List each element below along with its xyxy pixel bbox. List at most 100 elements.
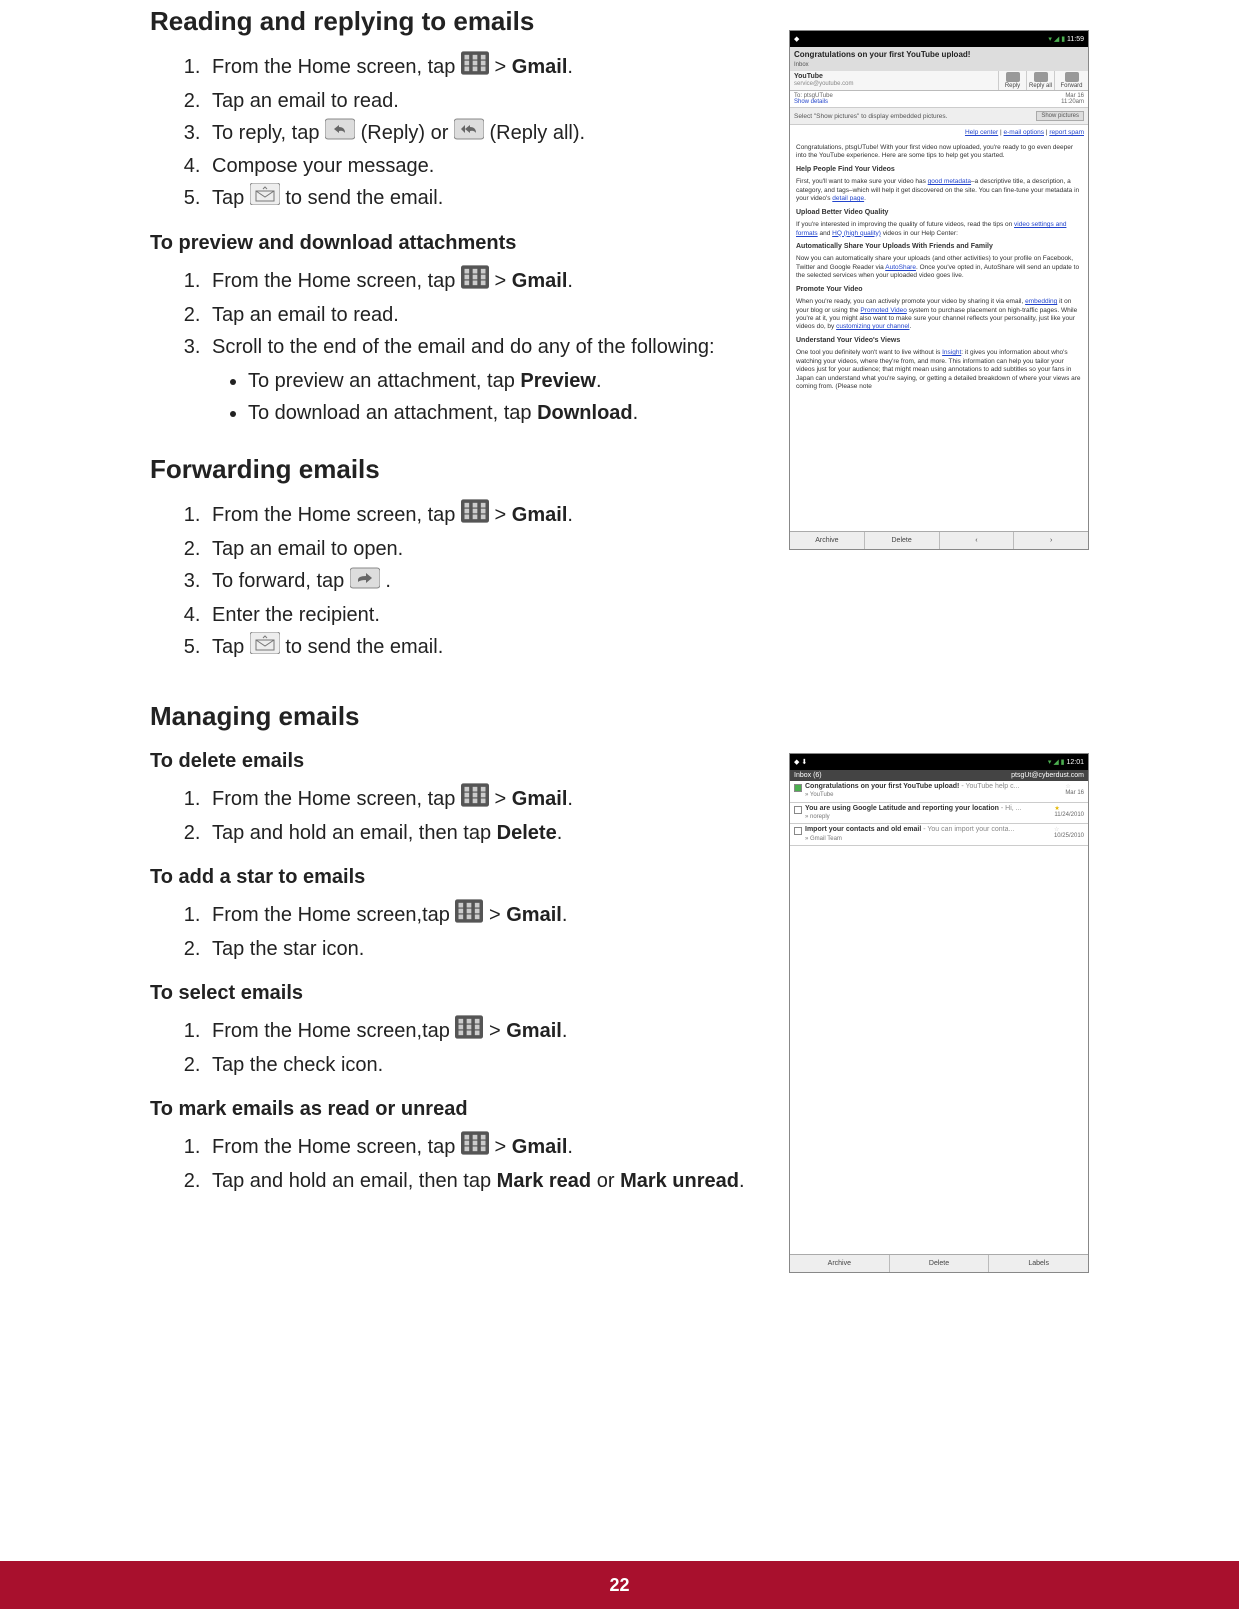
body-heading: Automatically Share Your Uploads With Fr… — [796, 243, 993, 250]
text: From the Home screen, tap — [212, 504, 461, 526]
separator: > — [495, 56, 512, 78]
item-subject: Import your contacts and old email — [805, 826, 921, 833]
body-link[interactable]: AutoShare — [885, 264, 916, 271]
email-meta: To: ptsgUTubeShow details Mar 1611:20am — [790, 91, 1088, 108]
archive-button[interactable]: Archive — [790, 532, 865, 549]
steps-delete: From the Home screen, tap > Gmail. Tap a… — [150, 783, 761, 848]
status-bar: ◆▾ ◢ ▮ 11:59 — [790, 31, 1088, 47]
apps-icon — [461, 265, 489, 298]
status-bar: ◆ ⬇▾ ◢ ▮ 12:01 — [790, 754, 1088, 770]
step: Tap the check icon. — [206, 1050, 761, 1080]
gmail-label: Gmail — [506, 904, 562, 926]
email-options-link[interactable]: e-mail options — [1004, 129, 1044, 136]
body-link[interactable]: embedding — [1025, 298, 1057, 305]
help-center-link[interactable]: Help center — [965, 129, 998, 136]
checkbox-icon[interactable] — [794, 784, 802, 792]
status-time: 11:59 — [1067, 36, 1084, 43]
item-subject: You are using Google Latitude and report… — [805, 805, 999, 812]
heading-managing: Managing emails — [150, 701, 761, 732]
delete-button[interactable]: Delete — [890, 1255, 990, 1272]
inbox-item[interactable]: You are using Google Latitude and report… — [790, 803, 1088, 825]
body-text: One tool you definitely won't want to li… — [796, 349, 942, 356]
text: . — [567, 270, 573, 292]
item-preview: - Hi, ... — [999, 805, 1022, 812]
inbox-item[interactable]: Import your contacts and old email - You… — [790, 824, 1088, 846]
step: Tap an email to read. — [206, 300, 761, 330]
send-icon — [250, 183, 280, 214]
bullet: To download an attachment, tap Download. — [248, 398, 761, 428]
item-date: Mar 16 — [1065, 790, 1084, 796]
inbox-item[interactable]: Congratulations on your first YouTube up… — [790, 781, 1088, 803]
item-sender: » Gmail Team — [805, 836, 842, 842]
steps-mark-read: From the Home screen, tap > Gmail. Tap a… — [150, 1131, 761, 1196]
steps-preview: From the Home screen, tap > Gmail. Tap a… — [150, 265, 761, 428]
delete-label: Delete — [497, 822, 557, 844]
body-heading: Promote Your Video — [796, 286, 863, 293]
report-spam-link[interactable]: report spam — [1049, 129, 1084, 136]
apps-icon — [461, 51, 489, 84]
next-button[interactable]: › — [1014, 532, 1088, 549]
apps-icon — [461, 783, 489, 816]
item-sender: » noreply — [805, 814, 830, 820]
step: From the Home screen, tap > Gmail. — [206, 499, 761, 532]
bottom-toolbar: Archive Delete ‹ › — [790, 531, 1088, 549]
text: . — [562, 904, 568, 926]
archive-button[interactable]: Archive — [790, 1255, 890, 1272]
body-text: First, you'll want to make sure your vid… — [796, 178, 928, 185]
labels-button[interactable]: Labels — [989, 1255, 1088, 1272]
item-subject: Congratulations on your first YouTube up… — [805, 783, 959, 790]
text: . — [739, 1170, 745, 1192]
text: . — [557, 822, 563, 844]
delete-button[interactable]: Delete — [865, 532, 940, 549]
step: Scroll to the end of the email and do an… — [206, 332, 761, 428]
text: From the Home screen, tap — [212, 270, 461, 292]
apps-icon — [455, 1015, 483, 1048]
text: To preview an attachment, tap — [248, 370, 520, 392]
step: To reply, tap (Reply) or (Reply all). — [206, 118, 761, 149]
forward-icon — [350, 567, 380, 598]
separator: > — [495, 788, 512, 810]
step: Tap an email to read. — [206, 86, 761, 116]
step: From the Home screen,tap > Gmail. — [206, 899, 761, 932]
inbox-title: Inbox (6) — [794, 772, 822, 779]
checkbox-icon[interactable] — [794, 806, 802, 814]
show-details-link[interactable]: Show details — [794, 99, 828, 105]
text: From the Home screen,tap — [212, 1020, 455, 1042]
body-link[interactable]: customizing your channel — [836, 323, 909, 330]
body-text: and — [818, 230, 832, 237]
inbox-header: Inbox (6) ptsgUt@cyberdust.com — [790, 770, 1088, 781]
prev-button[interactable]: ‹ — [940, 532, 1015, 549]
mark-unread-label: Mark unread — [620, 1170, 739, 1192]
text: or — [591, 1170, 620, 1192]
show-pictures-button[interactable]: Show pictures — [1036, 111, 1084, 121]
account-name: ptsgUt@cyberdust.com — [1011, 772, 1084, 779]
forward-button[interactable]: Forward — [1054, 71, 1088, 90]
steps-select: From the Home screen,tap > Gmail. Tap th… — [150, 1015, 761, 1080]
email-toolbar: YouTubeservice@youtube.com Reply Reply a… — [790, 71, 1088, 91]
body-link[interactable]: Promoted Video — [860, 307, 907, 314]
status-time: 12:01 — [1066, 759, 1084, 766]
text: From the Home screen, tap — [212, 1136, 461, 1158]
email-time: 11:20am — [1061, 99, 1084, 105]
reply-button[interactable]: Reply — [998, 71, 1026, 90]
subject-bar: Congratulations on your first YouTube up… — [790, 47, 1088, 71]
checkbox-icon[interactable] — [794, 827, 802, 835]
preview-label: Preview — [520, 370, 596, 392]
email-body: Congratulations, ptsgUTube! With your fi… — [790, 140, 1088, 531]
text: . — [567, 788, 573, 810]
body-link[interactable]: HQ (high quality) — [832, 230, 881, 237]
body-heading: Help People Find Your Videos — [796, 166, 895, 173]
separator: > — [489, 1020, 506, 1042]
step: Tap to send the email. — [206, 183, 761, 214]
steps-star: From the Home screen,tap > Gmail. Tap th… — [150, 899, 761, 964]
page-footer: 22 — [0, 1561, 1239, 1609]
body-link[interactable]: Insight — [942, 349, 961, 356]
mark-read-label: Mark read — [497, 1170, 592, 1192]
show-pics-text: Select "Show pictures" to display embedd… — [794, 113, 947, 120]
wifi-icon: ▾ ◢ ▮ — [1048, 36, 1065, 43]
text: Tap — [212, 187, 250, 209]
body-link[interactable]: good metadata — [928, 178, 971, 185]
reply-all-button[interactable]: Reply all — [1026, 71, 1054, 90]
body-link[interactable]: detail page — [832, 195, 864, 202]
text: Tap — [212, 636, 250, 658]
